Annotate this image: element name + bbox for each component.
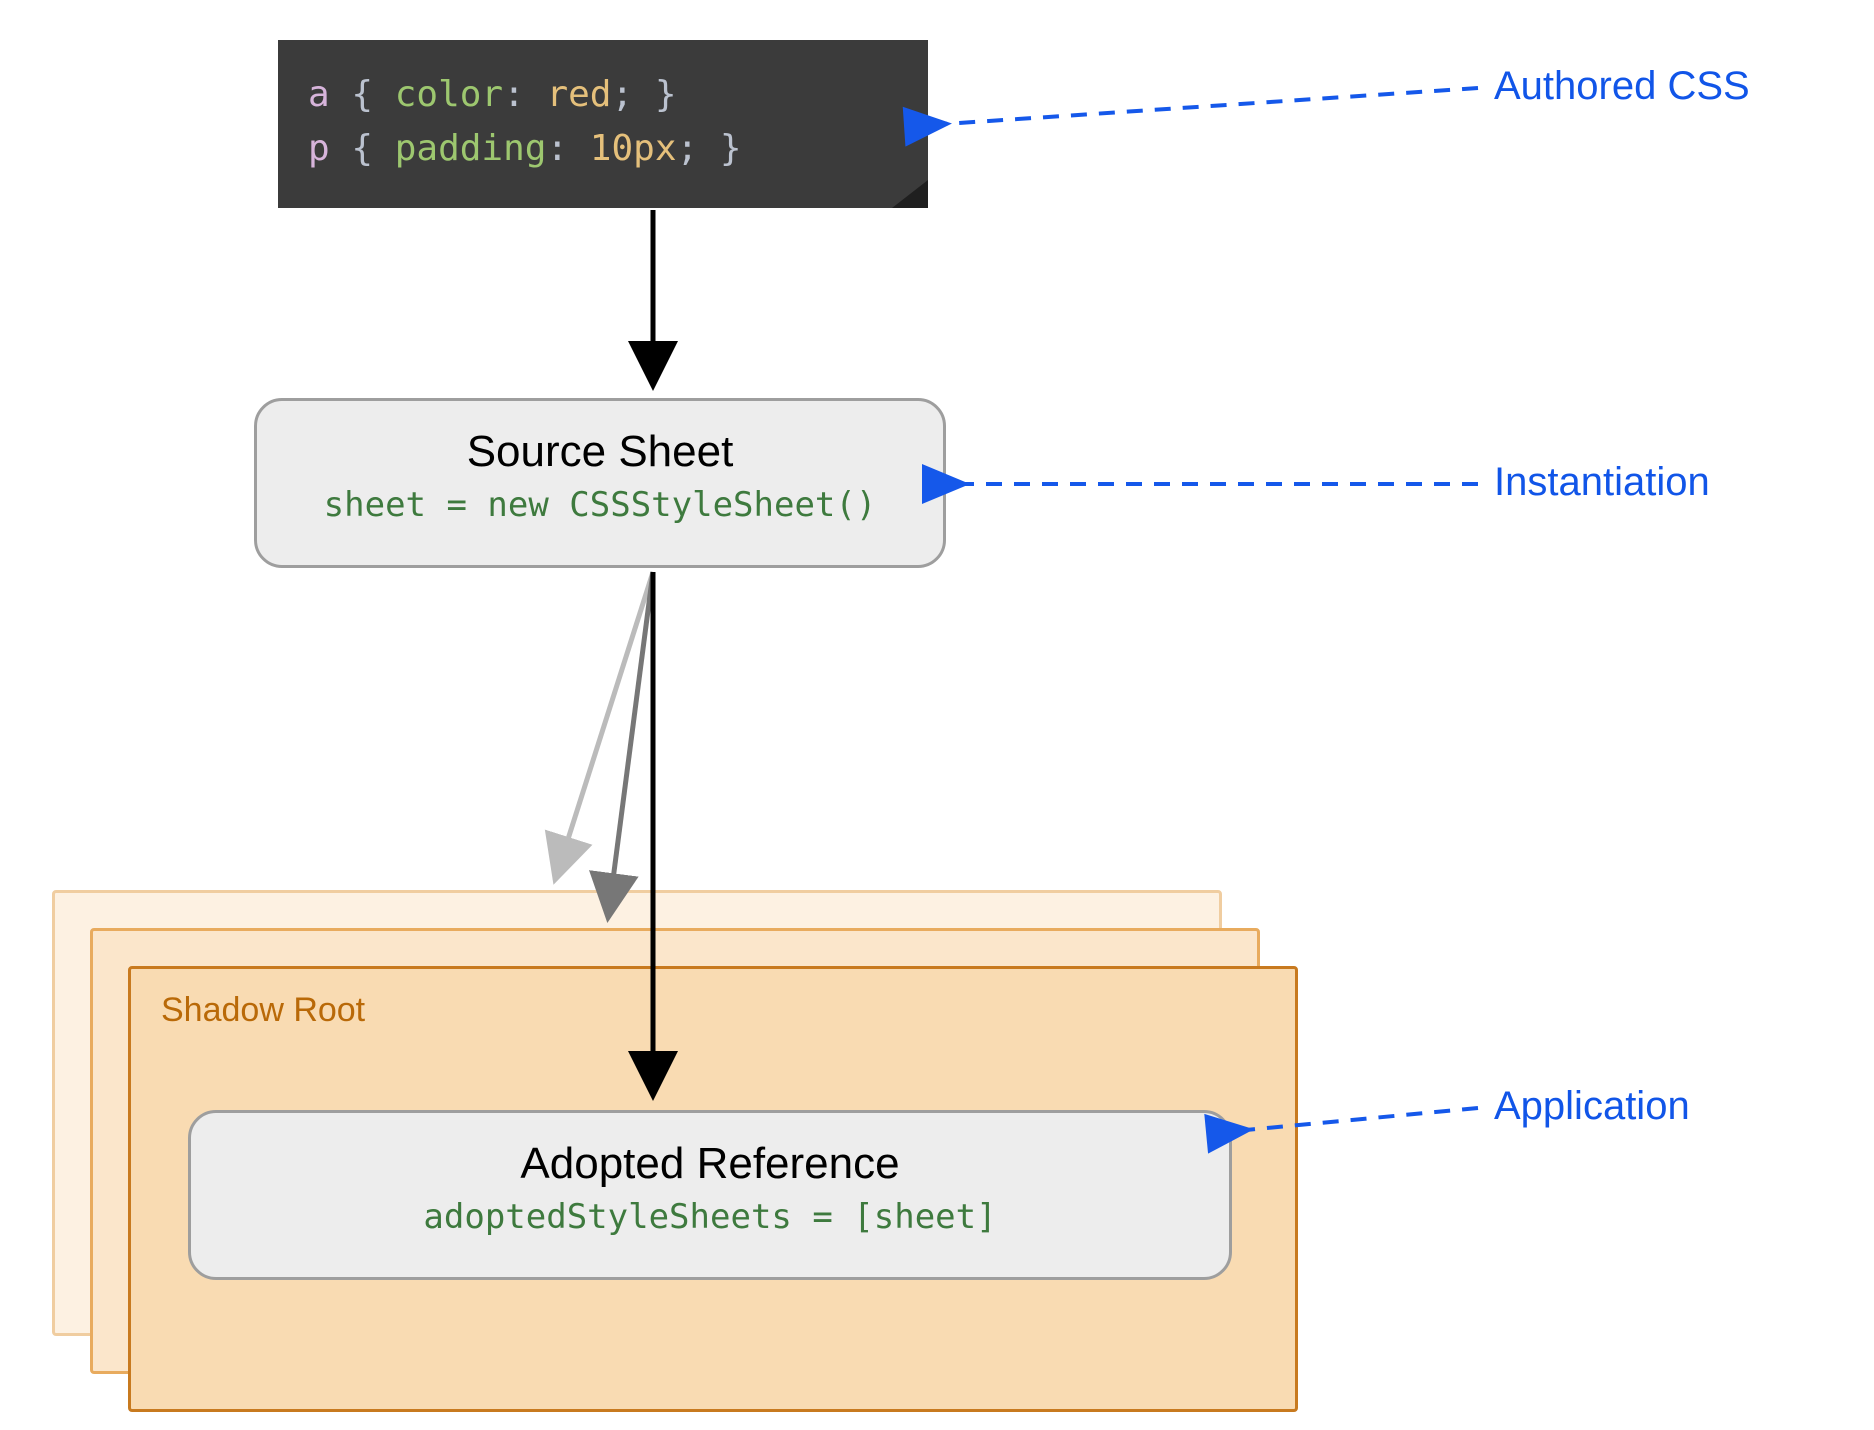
arrow-source-to-shadow-light xyxy=(555,572,653,880)
code-selector: p xyxy=(308,128,330,169)
annotation-instantiation: Instantiation xyxy=(1494,460,1710,505)
code-value: 10px xyxy=(590,128,677,169)
annotation-authored-css: Authored CSS xyxy=(1494,64,1750,109)
source-sheet-code: sheet = new CSSStyleSheet() xyxy=(257,485,943,525)
source-sheet-box: Source Sheet sheet = new CSSStyleSheet() xyxy=(254,398,946,568)
adopted-reference-box: Adopted Reference adoptedStyleSheets = [… xyxy=(188,1110,1232,1280)
code-line-2: p { padding: 10px; } xyxy=(308,122,898,176)
code-value: red xyxy=(546,74,611,115)
annotation-application: Application xyxy=(1494,1084,1690,1129)
code-line-1: a { color: red; } xyxy=(308,68,898,122)
arrow-source-to-shadow-mid xyxy=(608,572,653,918)
code-prop: padding xyxy=(395,128,547,169)
authored-css-code: a { color: red; } p { padding: 10px; } xyxy=(278,40,928,208)
source-sheet-title: Source Sheet xyxy=(257,427,943,477)
code-prop: color xyxy=(395,74,503,115)
connector-authored xyxy=(944,88,1478,124)
shadow-root-label: Shadow Root xyxy=(161,991,1265,1030)
code-selector: a xyxy=(308,74,330,115)
adopted-reference-title: Adopted Reference xyxy=(191,1139,1229,1189)
adopted-reference-code: adoptedStyleSheets = [sheet] xyxy=(191,1197,1229,1237)
